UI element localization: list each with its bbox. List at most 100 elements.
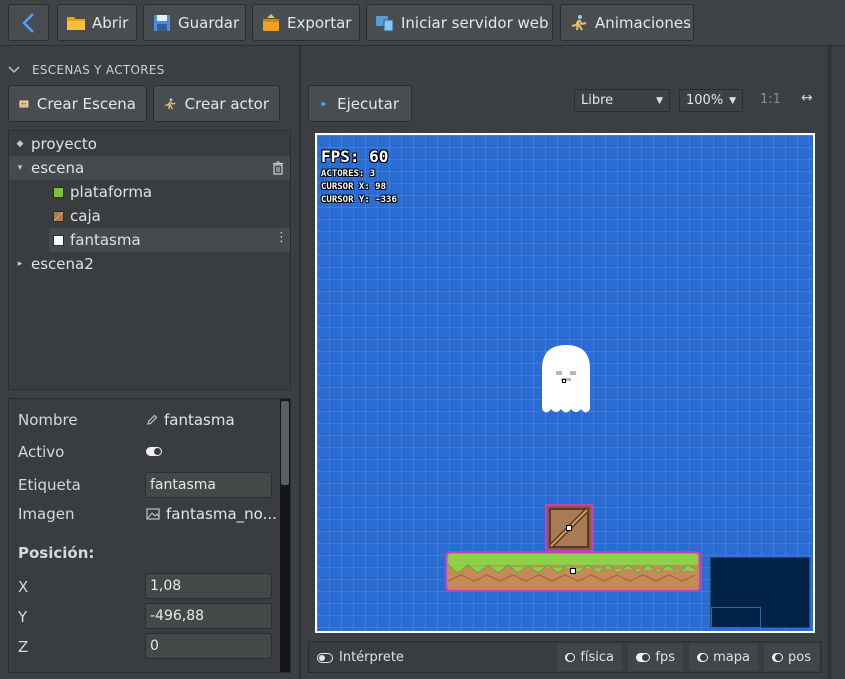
fps-counter: FPS: 60 xyxy=(321,147,389,166)
right-panel-edge xyxy=(828,46,831,679)
zoom-value: 100% xyxy=(686,93,724,108)
save-button[interactable]: Guardar xyxy=(143,4,246,41)
properties-scrollbar-thumb[interactable] xyxy=(281,401,289,485)
scene-icon xyxy=(19,99,29,108)
y-input[interactable]: -496,88 xyxy=(145,603,272,629)
create-actor-label: Crear actor xyxy=(184,94,269,113)
ghost-thumbnail-icon xyxy=(53,234,64,246)
interpreter-toggle[interactable]: Intérprete xyxy=(317,650,404,665)
ratio-button[interactable]: 1:1 xyxy=(760,92,781,107)
camera-mode-select[interactable]: Libre ▼ xyxy=(574,89,670,112)
active-label: Activo xyxy=(18,443,65,461)
folder-icon xyxy=(67,16,85,30)
dropdown-arrow-icon: ▼ xyxy=(656,95,663,106)
open-button[interactable]: Abrir xyxy=(57,4,137,41)
toggle-on-icon xyxy=(146,447,162,456)
y-label: Y xyxy=(18,608,28,626)
create-scene-button[interactable]: Crear Escena xyxy=(8,85,147,122)
trash-icon[interactable] xyxy=(272,161,284,175)
run-button-label: Ejecutar xyxy=(337,94,399,113)
export-button-label: Exportar xyxy=(287,13,352,32)
dropdown-arrow-icon: ▼ xyxy=(729,95,736,106)
toggle-on-icon xyxy=(697,653,709,662)
save-button-label: Guardar xyxy=(178,13,240,32)
name-label: Nombre xyxy=(18,411,78,429)
image-icon xyxy=(146,508,160,520)
actor-figure-icon xyxy=(165,97,176,109)
cursor-y-readout: CURSOR Y: -336 xyxy=(321,195,397,205)
zoom-select[interactable]: 100% ▼ xyxy=(679,89,743,112)
more-options-icon[interactable]: ⋮ xyxy=(275,230,288,245)
tag-label: Etiqueta xyxy=(18,476,81,494)
minimap[interactable] xyxy=(710,557,810,628)
toggle-on-icon xyxy=(772,653,784,662)
physics-toggle[interactable]: física xyxy=(557,644,622,671)
tree-item-label: caja xyxy=(70,207,101,225)
fps-toggle[interactable]: fps xyxy=(628,644,683,671)
game-stage[interactable]: FPS: 60 ACTORES: 3 CURSOR X: 98 CURSOR Y… xyxy=(317,135,813,631)
animations-button[interactable]: Animaciones xyxy=(560,4,694,41)
export-package-icon xyxy=(263,13,279,31)
panel-splitter[interactable] xyxy=(299,46,301,679)
fps-toggle-label: fps xyxy=(655,650,675,665)
open-button-label: Abrir xyxy=(92,13,129,32)
floppy-disk-icon xyxy=(154,14,170,31)
map-toggle[interactable]: mapa xyxy=(689,644,758,671)
chevron-down-icon xyxy=(8,66,20,73)
main-toolbar: Abrir Guardar Exportar Iniciar servidor … xyxy=(0,0,845,46)
tree-item-platform[interactable]: plataforma xyxy=(9,180,290,204)
tree-item-box[interactable]: caja xyxy=(9,204,290,228)
interpreter-label: Intérprete xyxy=(339,650,404,665)
run-button[interactable]: Ejecutar xyxy=(308,85,412,122)
start-web-server-label: Iniciar servidor web xyxy=(401,13,549,32)
tag-input[interactable]: fantasma xyxy=(145,472,272,498)
actors-count: ACTORES: 3 xyxy=(321,169,376,179)
tree-item-label: plataforma xyxy=(70,183,153,201)
back-button[interactable] xyxy=(8,4,49,41)
tree-item-label: escena2 xyxy=(31,255,94,273)
ghost-actor[interactable] xyxy=(540,343,592,418)
start-web-server-button[interactable]: Iniciar servidor web xyxy=(366,4,553,41)
map-toggle-label: mapa xyxy=(713,650,750,665)
physics-toggle-label: física xyxy=(580,650,614,665)
name-value[interactable]: fantasma xyxy=(146,411,235,429)
tree-item-scene[interactable]: ▾ escena xyxy=(9,156,290,180)
pos-toggle[interactable]: pos xyxy=(764,644,819,671)
pencil-icon xyxy=(147,414,158,425)
scenes-actors-section-header[interactable]: ESCENAS Y ACTORES xyxy=(8,60,165,80)
image-value[interactable]: fantasma_no... xyxy=(146,505,277,523)
pos-toggle-label: pos xyxy=(788,650,811,665)
active-toggle[interactable] xyxy=(146,447,162,456)
expand-arrow-icon: ▸ xyxy=(17,259,23,269)
position-heading: Posición: xyxy=(18,544,95,562)
canvas-statusbar: Intérprete física fps mapa pos xyxy=(308,641,822,673)
image-label: Imagen xyxy=(18,505,75,523)
tree-item-label: proyecto xyxy=(31,135,97,153)
x-label: X xyxy=(18,578,29,596)
diamond-icon: ◆ xyxy=(16,139,24,149)
expand-horizontal-icon[interactable]: ↔ xyxy=(801,90,813,106)
minimap-viewport[interactable] xyxy=(711,607,761,628)
cursor-x-readout: CURSOR X: 98 xyxy=(321,182,387,192)
export-button[interactable]: Exportar xyxy=(252,4,360,41)
z-input[interactable]: 0 xyxy=(145,633,272,659)
platform-actor[interactable] xyxy=(445,551,701,592)
z-label: Z xyxy=(18,638,29,656)
name-value-text: fantasma xyxy=(164,411,235,429)
devices-icon xyxy=(376,15,394,31)
box-thumbnail-icon xyxy=(53,210,64,222)
create-scene-label: Crear Escena xyxy=(36,94,136,113)
running-figure-icon xyxy=(571,14,587,30)
tree-item-ghost[interactable]: fantasma ⋮ xyxy=(49,228,290,252)
expand-arrow-icon: ▾ xyxy=(17,163,23,173)
chevron-left-icon xyxy=(21,12,34,33)
box-actor[interactable] xyxy=(545,504,593,552)
x-input[interactable]: 1,08 xyxy=(145,573,272,599)
tree-item-scene2[interactable]: ▸ escena2 xyxy=(9,252,290,276)
section-title: ESCENAS Y ACTORES xyxy=(32,63,165,77)
tree-item-label: escena xyxy=(31,159,85,177)
camera-mode-value: Libre xyxy=(581,93,614,108)
tree-item-project[interactable]: ◆ proyecto xyxy=(9,132,290,156)
create-actor-button[interactable]: Crear actor xyxy=(153,85,280,122)
tree-item-label: fantasma xyxy=(70,231,141,249)
